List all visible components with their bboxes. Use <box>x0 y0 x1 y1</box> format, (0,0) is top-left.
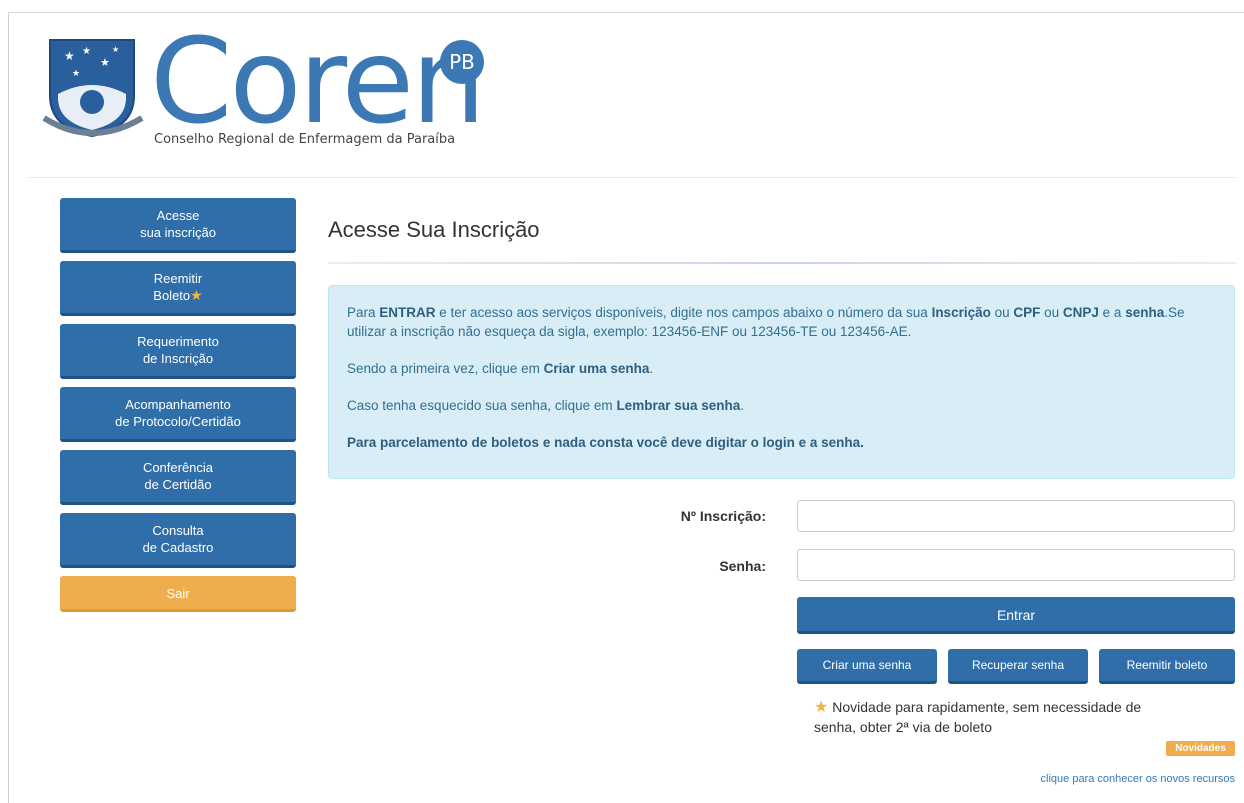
sidebar-item-label: sua inscrição <box>140 225 216 240</box>
info-strong: Inscrição <box>931 305 991 320</box>
sidebar-item-label: Conferência <box>142 460 214 475</box>
sidebar-item-label: Boleto <box>153 288 191 303</box>
info-strong: senha <box>1125 305 1165 320</box>
news-badge: Novidades <box>1166 741 1235 756</box>
header-divider <box>28 177 1236 178</box>
new-features-link[interactable]: clique para conhecer os novos recursos <box>1041 773 1235 785</box>
news-notice: ★ Novidade para rapidamente, sem necessi… <box>814 697 1174 737</box>
info-text: e a <box>1098 305 1126 320</box>
info-text: . <box>649 361 654 376</box>
sidebar-item-label: Consulta <box>152 523 204 538</box>
page-title: Acesse Sua Inscrição <box>328 217 540 242</box>
recover-password-button[interactable]: Recuperar senha <box>948 649 1088 684</box>
info-strong: CNPJ <box>1062 305 1099 320</box>
logo-state-badge: PB <box>440 40 484 84</box>
login-button[interactable]: Entrar <box>797 597 1235 634</box>
info-text: Sendo a primeira vez, clique em <box>347 361 544 376</box>
star-icon: ★ <box>814 699 829 716</box>
sidebar-nav: Acesse sua inscrição Reemitir Boleto★ Re… <box>60 198 296 620</box>
info-text: Para <box>347 305 380 320</box>
inscricao-label: Nº Inscrição: <box>680 508 766 524</box>
svg-text:★: ★ <box>112 45 119 54</box>
info-text: ou <box>1040 305 1063 320</box>
info-strong: Criar uma senha <box>543 361 650 376</box>
reissue-boleto-button[interactable]: Reemitir boleto <box>1099 649 1235 684</box>
svg-text:★: ★ <box>82 46 91 57</box>
sidebar-item-protocol-tracking[interactable]: Acompanhamento de Protocolo/Certidão <box>60 387 296 442</box>
sidebar-item-registry-lookup[interactable]: Consulta de Cadastro <box>60 513 296 568</box>
sidebar-item-certificate-check[interactable]: Conferência de Certidão <box>60 450 296 505</box>
info-alert: Para ENTRAR e ter acesso aos serviços di… <box>328 285 1235 479</box>
info-text: . <box>740 398 745 413</box>
info-strong: Lembrar sua senha <box>616 398 741 413</box>
info-text: e ter acesso aos serviços disponíveis, d… <box>435 305 932 320</box>
info-text: Caso tenha esquecido sua senha, clique e… <box>347 398 617 413</box>
info-paragraph-installments: Para parcelamento de boletos e nada cons… <box>347 433 1216 452</box>
svg-text:★: ★ <box>100 56 110 69</box>
sidebar-item-label: de Certidão <box>144 477 212 492</box>
sidebar-item-label: Reemitir <box>153 271 203 286</box>
logout-button[interactable]: Sair <box>60 576 296 612</box>
star-icon: ★ <box>190 287 203 303</box>
sidebar-item-label-wrap: Boleto★ <box>60 287 296 304</box>
logo-subtitle: Conselho Regional de Enfermagem da Paraí… <box>154 132 456 147</box>
info-paragraph-instructions: Para ENTRAR e ter acesso aos serviços di… <box>347 303 1216 341</box>
title-divider <box>328 262 1236 264</box>
news-text: Novidade para rapidamente, sem necessida… <box>814 699 1142 735</box>
sidebar-item-label: de Cadastro <box>142 540 214 555</box>
inscricao-input[interactable] <box>797 500 1235 532</box>
senha-input[interactable] <box>797 549 1235 581</box>
senha-label: Senha: <box>719 558 766 574</box>
info-paragraph-first-time: Sendo a primeira vez, clique em Criar um… <box>347 359 1216 378</box>
svg-text:★: ★ <box>64 49 75 63</box>
coren-logo[interactable]: ★ ★ ★ ★ ★ Coren PB Conselho Regional de … <box>42 22 502 148</box>
sidebar-item-reissue-boleto[interactable]: Reemitir Boleto★ <box>60 261 296 316</box>
info-strong: ENTRAR <box>379 305 436 320</box>
sidebar-item-label: de Protocolo/Certidão <box>115 414 241 429</box>
info-strong: Para parcelamento de boletos e nada cons… <box>347 435 864 450</box>
sidebar-item-label: Acompanhamento <box>125 397 231 412</box>
info-paragraph-forgot: Caso tenha esquecido sua senha, clique e… <box>347 396 1216 415</box>
sidebar-item-access-registration[interactable]: Acesse sua inscrição <box>60 198 296 253</box>
sidebar-item-label: de Inscrição <box>142 351 214 366</box>
create-password-button[interactable]: Criar uma senha <box>797 649 937 684</box>
coren-shield-icon: ★ ★ ★ ★ ★ <box>42 39 144 138</box>
logo-wordmark: Coren <box>150 12 486 150</box>
info-text: ou <box>990 305 1014 320</box>
info-strong: CPF <box>1013 305 1041 320</box>
sidebar-item-label: Acesse <box>156 208 200 223</box>
sidebar-item-label: Requerimento <box>137 334 219 349</box>
svg-text:★: ★ <box>72 69 80 79</box>
sidebar-item-registration-request[interactable]: Requerimento de Inscrição <box>60 324 296 379</box>
